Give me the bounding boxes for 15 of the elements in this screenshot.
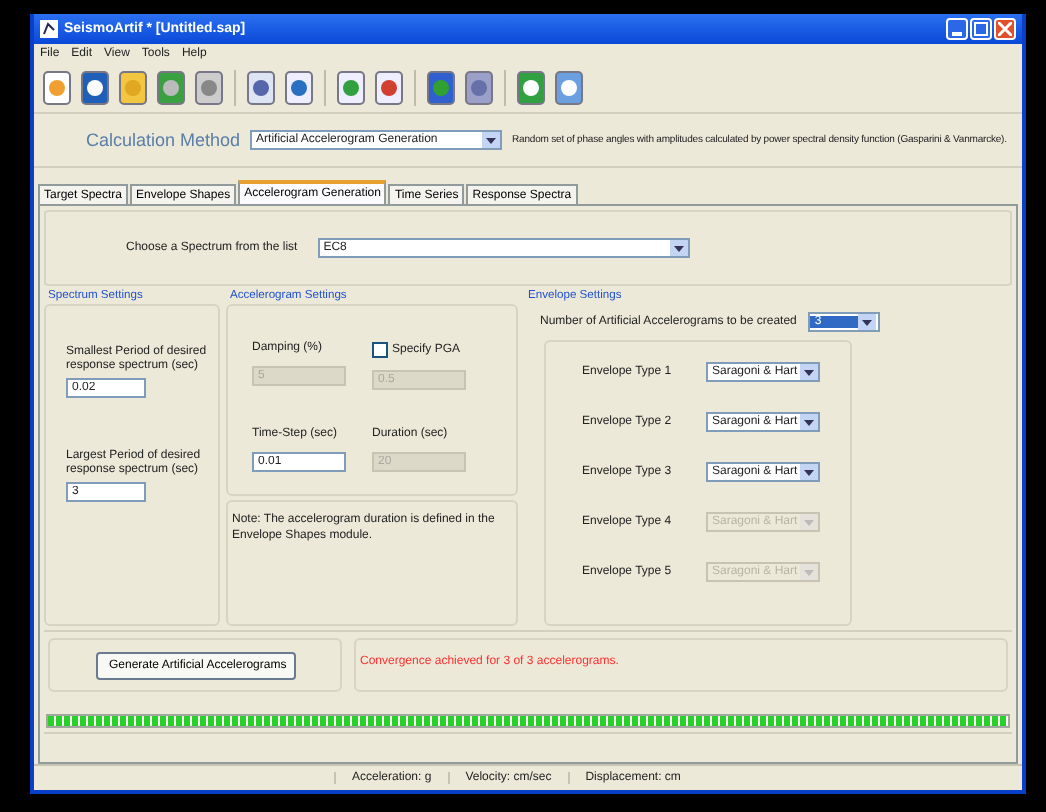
minimize-button[interactable]	[946, 18, 968, 40]
maximize-button[interactable]	[970, 18, 992, 40]
caret-icon	[804, 569, 814, 575]
caret-icon	[804, 369, 814, 375]
maximize-icon	[974, 22, 988, 36]
caret-icon	[486, 137, 497, 143]
close-button[interactable]	[994, 18, 1016, 40]
caret-icon	[804, 519, 814, 525]
app-icon	[40, 20, 58, 38]
caret-icon	[804, 419, 814, 425]
close-icon	[998, 22, 1012, 36]
caret-icon	[804, 469, 814, 475]
caret-icon	[862, 319, 873, 325]
caret-icon	[673, 245, 684, 251]
calculation-method-label: Calculation Method	[86, 130, 241, 150]
